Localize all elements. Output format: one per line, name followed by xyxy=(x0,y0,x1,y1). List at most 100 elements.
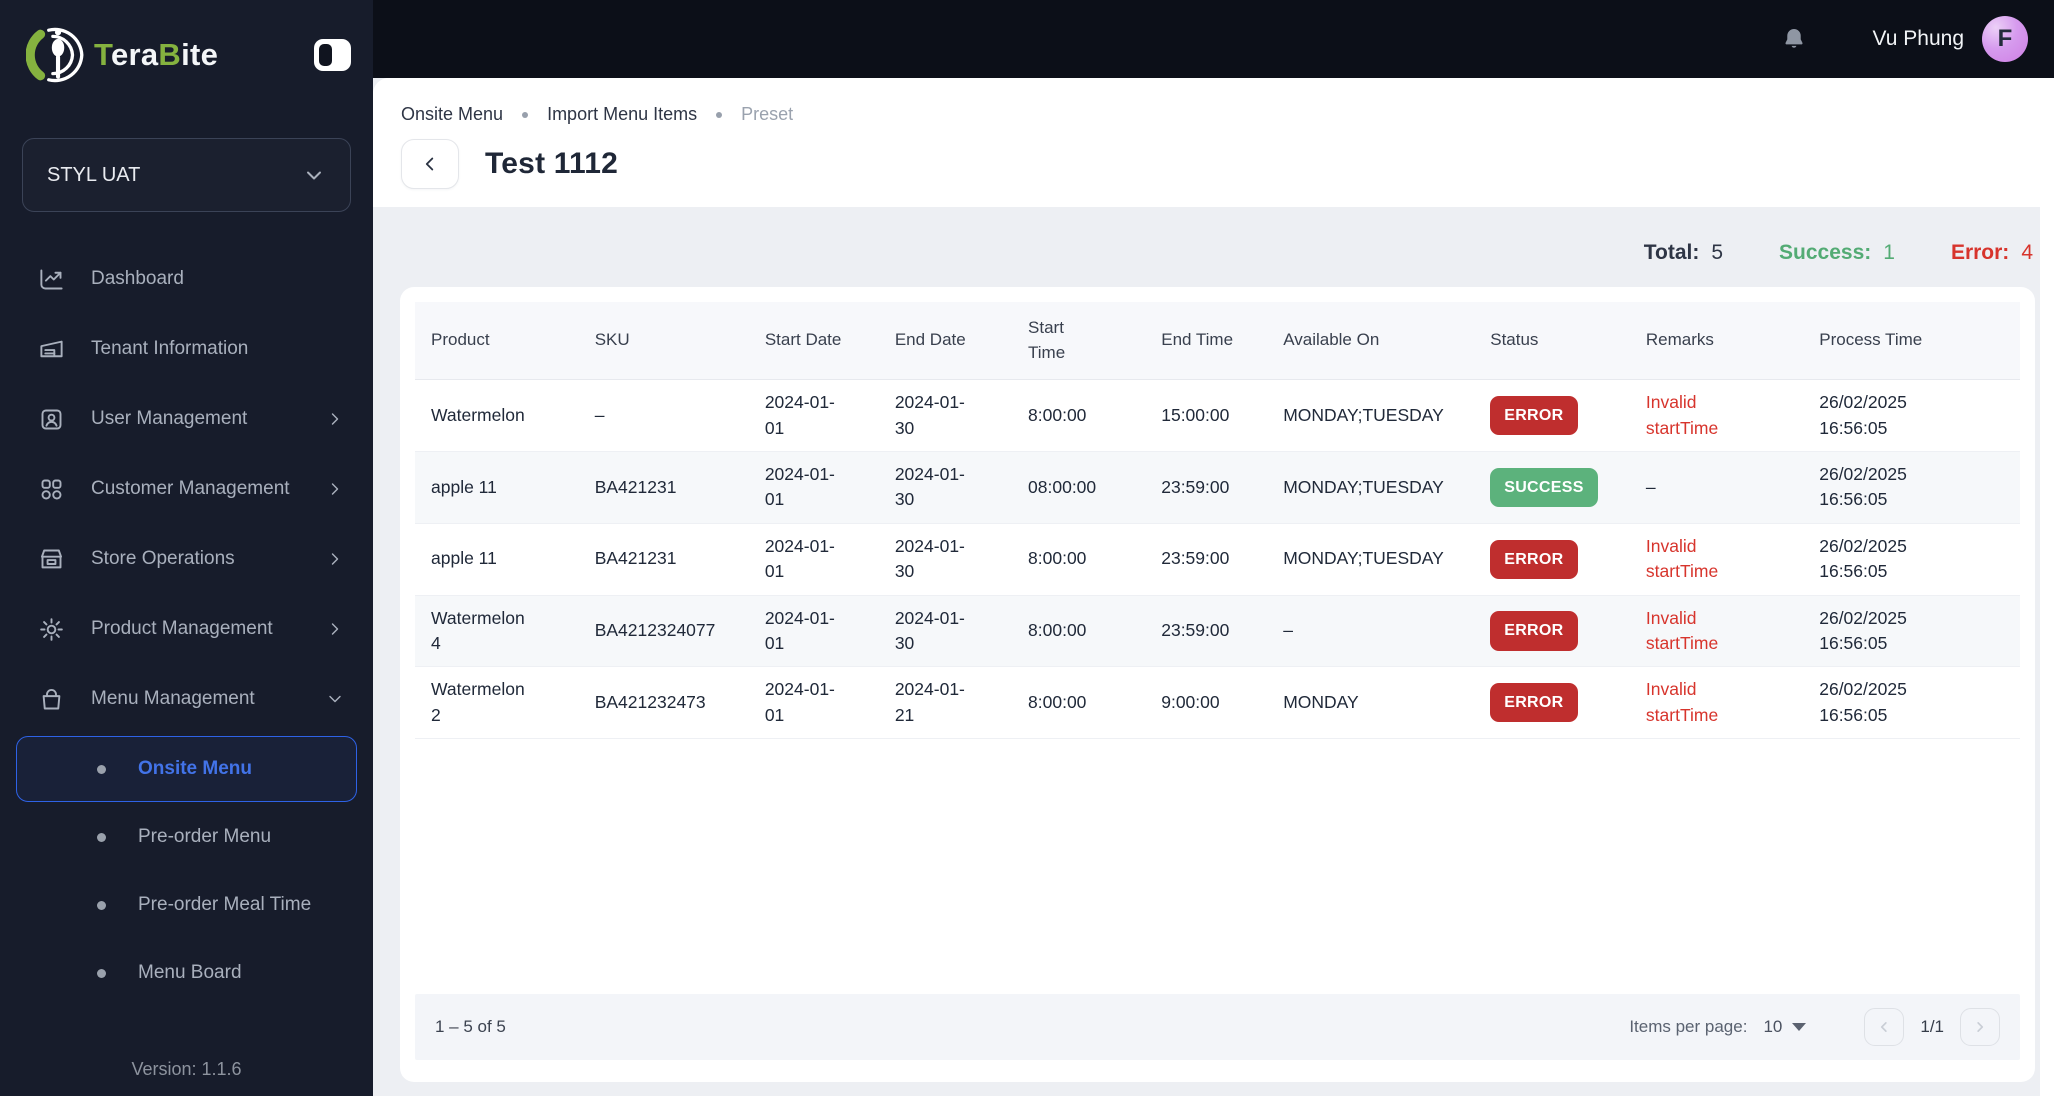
user-name: Vu Phung xyxy=(1872,27,1964,50)
cell-end-time: 23:59:00 xyxy=(1145,523,1268,596)
breadcrumb-separator-icon xyxy=(716,111,723,118)
submenu-item-label: Onsite Menu xyxy=(138,758,253,779)
import-stats: Total: 5 Success: 1 Error: 4 xyxy=(400,227,2035,271)
sidebar-item-tenant-information[interactable]: Tenant Information xyxy=(0,314,373,384)
sidebar-item-product-management[interactable]: Product Management xyxy=(0,594,373,664)
cell-product: apple 11 xyxy=(415,523,579,596)
table-row: Watermelon 2 BA421232473 2024-01-01 2024-01… xyxy=(415,666,2020,740)
bag-icon xyxy=(38,686,65,713)
cell-status: ERROR xyxy=(1474,595,1630,668)
dashboard-icon xyxy=(38,266,65,293)
gear-icon xyxy=(38,616,65,643)
cell-start-time: 8:00:00 xyxy=(1012,379,1146,453)
column-header-process-time: Process Time xyxy=(1803,302,2020,381)
bullet-icon xyxy=(97,900,106,910)
column-header-start-time: Start Time xyxy=(1012,302,1146,381)
sidebar-collapse-icon[interactable] xyxy=(314,39,351,71)
breadcrumb-import-menu-items[interactable]: Import Menu Items xyxy=(547,104,697,125)
column-header-sku: SKU xyxy=(578,302,749,381)
sidebar-item-label: Product Management xyxy=(91,618,273,639)
avatar[interactable]: F xyxy=(1982,16,2028,62)
table-row: apple 11 BA421231 2024-01-01 2024-01-30 08:0… xyxy=(415,451,2020,524)
terabite-logo-icon xyxy=(26,27,84,83)
cell-available-on: MONDAY xyxy=(1267,666,1475,740)
cell-end-date: 2024-01-30 xyxy=(878,379,1013,453)
breadcrumb-onsite-menu[interactable]: Onsite Menu xyxy=(401,104,503,125)
sidebar-item-label: Store Operations xyxy=(91,548,235,569)
sidebar-item-pre-order-menu[interactable]: Pre-order Menu xyxy=(16,804,357,870)
sidebar-item-user-management[interactable]: User Management xyxy=(0,384,373,454)
sidebar: TeraBite STYL UAT Dashboard Tenant Infor… xyxy=(0,0,373,1096)
column-header-start-date: Start Date xyxy=(748,302,879,381)
previous-page-button[interactable] xyxy=(1864,1008,1905,1046)
tenant-select[interactable]: STYL UAT xyxy=(22,138,351,212)
stat-error: Error: 4 xyxy=(1950,241,2033,264)
submenu-item-label: Pre-order Meal Time xyxy=(138,894,312,915)
cell-sku: BA421231 xyxy=(578,523,749,596)
cell-start-time: 08:00:00 xyxy=(1012,451,1146,524)
next-page-button[interactable] xyxy=(1960,1008,2000,1046)
items-per-page-select[interactable]: 10 xyxy=(1763,1017,1807,1037)
bullet-icon xyxy=(97,832,106,842)
caret-down-icon xyxy=(1792,1023,1807,1031)
table-row: Watermelon 4 BA4212324077 2024-01-01 2024-0… xyxy=(415,595,2020,668)
cell-end-date: 2024-01-21 xyxy=(878,666,1013,740)
stat-total: Total: 5 xyxy=(1643,241,1724,264)
breadcrumb-separator-icon xyxy=(522,111,529,118)
notification-bell-icon[interactable] xyxy=(1781,25,1807,53)
page-title: Test 1112 xyxy=(485,147,619,180)
table-row: apple 11 BA421231 2024-01-01 2024-01-30 8:00… xyxy=(415,523,2020,596)
chevron-right-icon xyxy=(325,619,345,639)
cell-end-date: 2024-01-30 xyxy=(878,595,1013,668)
chevron-down-icon xyxy=(325,689,345,709)
sidebar-item-pre-order-meal-time[interactable]: Pre-order Meal Time xyxy=(16,872,357,938)
column-header-end-date: End Date xyxy=(878,302,1013,381)
cell-start-date: 2024-01-01 xyxy=(748,666,879,740)
cell-remarks: – xyxy=(1629,451,1804,524)
cell-remarks: Invalid startTime xyxy=(1629,595,1804,668)
sidebar-item-menu-board[interactable]: Menu Board xyxy=(16,940,357,1006)
submenu-item-label: Menu Board xyxy=(138,962,242,983)
stat-success: Success: 1 xyxy=(1779,241,1895,264)
page-indicator: 1/1 xyxy=(1920,1017,1944,1036)
breadcrumb: Onsite Menu Import Menu Items Preset xyxy=(401,104,2054,125)
cell-product: Watermelon 4 xyxy=(415,595,579,668)
sidebar-item-onsite-menu[interactable]: Onsite Menu xyxy=(16,736,357,802)
sidebar-item-menu-management[interactable]: Menu Management xyxy=(0,664,373,734)
sidebar-item-label: Customer Management xyxy=(91,478,290,499)
cell-process-time: 26/02/2025 16:56:05 xyxy=(1803,451,2020,524)
status-badge: ERROR xyxy=(1490,683,1578,723)
cell-product: Watermelon 2 xyxy=(415,666,579,740)
cell-sku: BA4212324077 xyxy=(578,595,749,668)
cell-start-time: 8:00:00 xyxy=(1012,666,1146,740)
cell-start-time: 8:00:00 xyxy=(1012,523,1146,596)
cell-status: ERROR xyxy=(1474,379,1630,453)
cell-status: ERROR xyxy=(1474,523,1630,596)
column-header-end-time: End Time xyxy=(1145,302,1268,381)
sidebar-item-label: Menu Management xyxy=(91,688,255,709)
cell-remarks: Invalid startTime xyxy=(1629,379,1804,453)
sidebar-item-dashboard[interactable]: Dashboard xyxy=(0,244,373,314)
chevron-right-icon xyxy=(325,479,345,499)
cell-sku: BA421231 xyxy=(578,451,749,524)
cell-end-time: 23:59:00 xyxy=(1145,451,1268,524)
column-header-product: Product xyxy=(415,302,579,381)
user-icon xyxy=(38,406,65,433)
pagination-range: 1 – 5 of 5 xyxy=(435,1017,506,1036)
status-badge: ERROR xyxy=(1490,539,1578,579)
sidebar-item-store-operations[interactable]: Store Operations xyxy=(0,524,373,594)
bullet-icon xyxy=(97,764,106,774)
menu-management-submenu: Onsite Menu Pre-order Menu Pre-order Mea… xyxy=(0,734,373,1008)
store-icon xyxy=(38,546,65,573)
cell-remarks: Invalid startTime xyxy=(1629,666,1804,740)
vertical-scrollbar[interactable] xyxy=(2040,78,2054,1096)
status-badge: SUCCESS xyxy=(1490,467,1598,507)
cell-status: ERROR xyxy=(1474,666,1630,740)
sidebar-item-customer-management[interactable]: Customer Management xyxy=(0,454,373,524)
content-area: Total: 5 Success: 1 Error: 4 Product SKU St… xyxy=(373,207,2054,1096)
cell-process-time: 26/02/2025 16:56:05 xyxy=(1803,379,2020,453)
cell-process-time: 26/02/2025 16:56:05 xyxy=(1803,666,2020,740)
cell-start-date: 2024-01-01 xyxy=(748,523,879,596)
column-header-available-on: Available On xyxy=(1267,302,1475,381)
back-button[interactable] xyxy=(401,139,459,189)
